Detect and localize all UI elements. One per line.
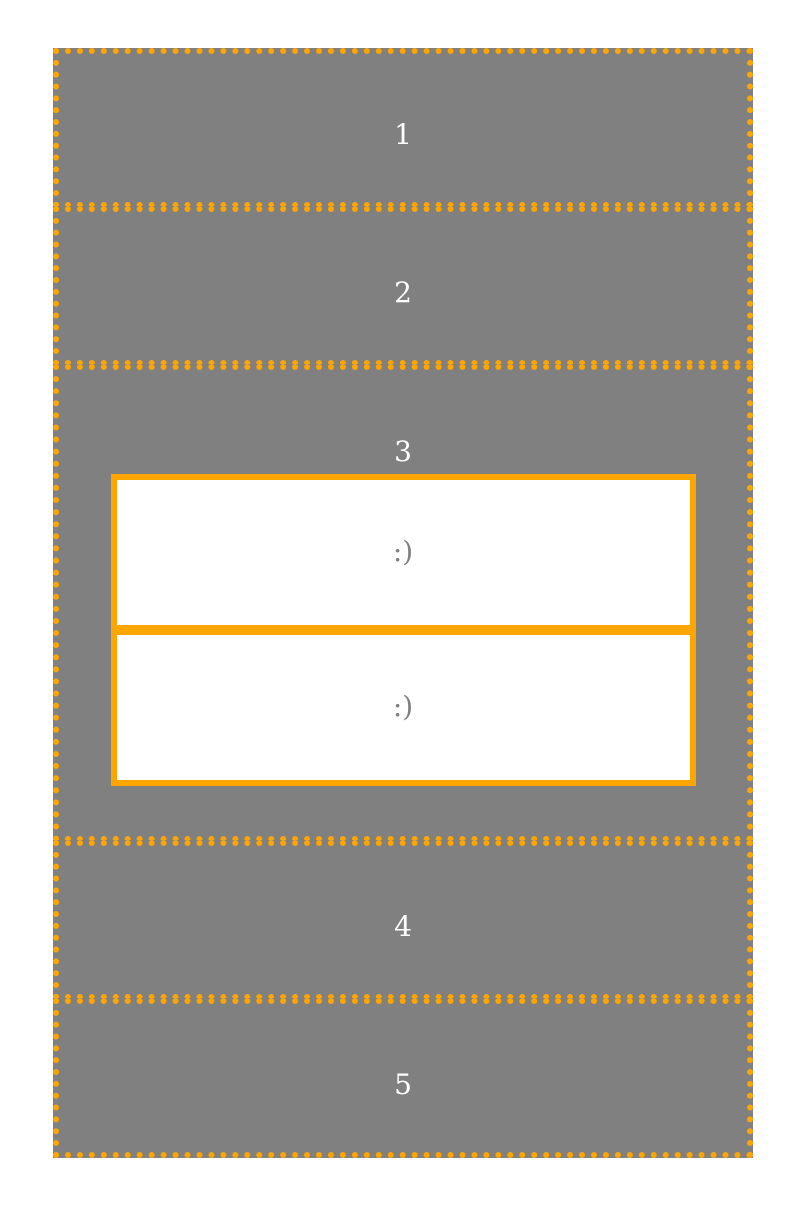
- box-5: 5: [53, 998, 753, 1158]
- box-2: 2: [53, 206, 753, 366]
- box-label: 5: [394, 1068, 412, 1101]
- box-stack: 1 2 3 :) :) 4 5: [53, 48, 753, 1158]
- box-label: 2: [394, 276, 412, 309]
- inner-box-2: :): [110, 629, 696, 786]
- box-label: 3: [394, 435, 412, 468]
- box-3: 3 :) :): [53, 364, 753, 842]
- inner-box-label: :): [392, 690, 414, 723]
- inner-box-group: :) :): [110, 474, 696, 786]
- box-label: 4: [394, 910, 412, 943]
- inner-box-1: :): [110, 474, 696, 631]
- inner-box-label: :): [392, 535, 414, 568]
- box-label: 1: [394, 118, 412, 151]
- box-1: 1: [53, 48, 753, 208]
- box-4: 4: [53, 840, 753, 1000]
